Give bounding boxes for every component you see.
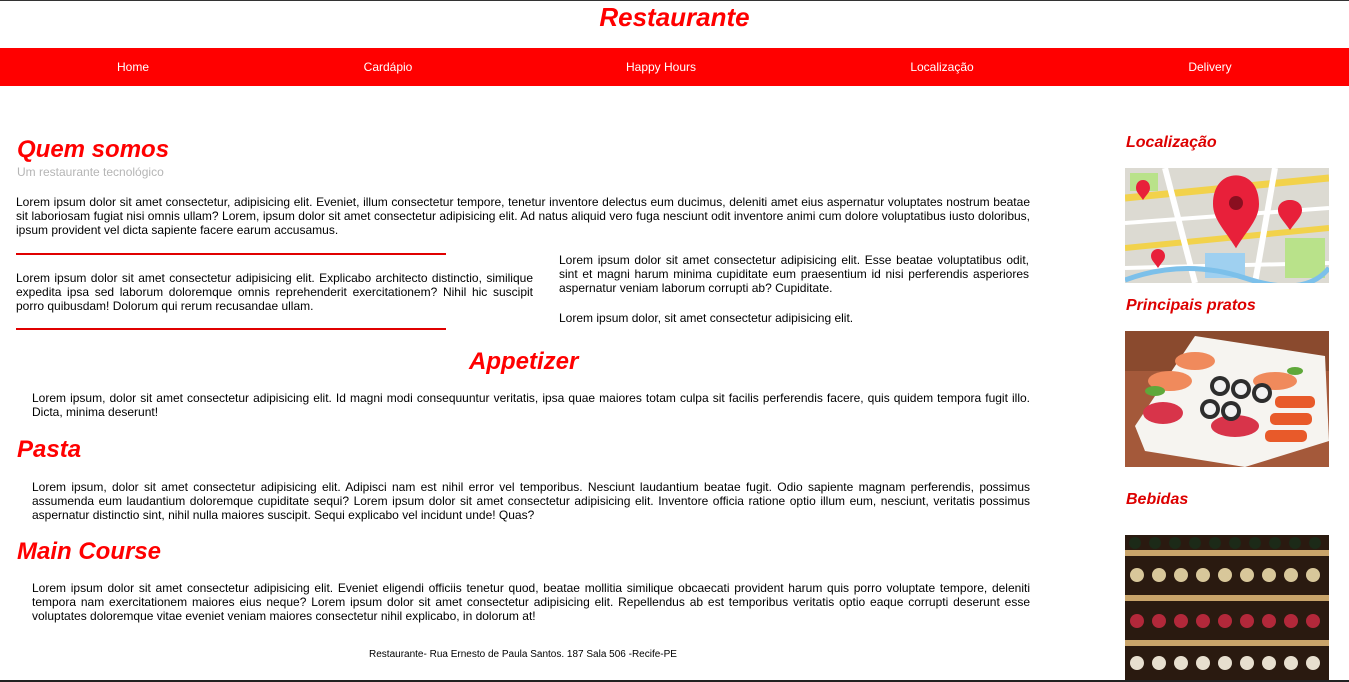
top-border	[0, 0, 1349, 1]
map-image	[1125, 168, 1329, 283]
about-left-column: Lorem ipsum dolor sit amet consectetur a…	[16, 271, 533, 313]
pasta-heading: Pasta	[17, 436, 82, 463]
nav-item-delivery[interactable]: Delivery	[1188, 48, 1231, 86]
appetizer-text: Lorem ipsum, dolor sit amet consectetur …	[32, 391, 1030, 419]
nav-item-home[interactable]: Home	[117, 48, 149, 86]
main-course-text: Lorem ipsum dolor sit amet consectetur a…	[32, 581, 1030, 623]
pasta-text: Lorem ipsum, dolor sit amet consectetur …	[32, 480, 1030, 522]
sushi-image	[1125, 331, 1329, 467]
footer-address: Restaurante- Rua Ernesto de Paula Santos…	[369, 649, 677, 660]
dishes-heading: Principais pratos	[1126, 297, 1256, 314]
drinks-heading: Bebidas	[1126, 491, 1189, 508]
about-subtitle: Um restaurante tecnológico	[17, 165, 164, 179]
about-right-column-1: Lorem ipsum dolor sit amet consectetur a…	[559, 253, 1029, 295]
main-course-heading: Main Course	[17, 538, 162, 565]
wine-rack-image	[1125, 535, 1329, 680]
divider-bottom	[16, 328, 446, 330]
site-title: Restaurante	[599, 2, 750, 32]
about-heading: Quem somos	[17, 136, 170, 163]
nav-item-localizacao[interactable]: Localização	[910, 48, 973, 86]
nav-item-cardapio[interactable]: Cardápio	[364, 48, 413, 86]
divider-top	[16, 253, 446, 255]
nav-item-happy-hours[interactable]: Happy Hours	[626, 48, 696, 86]
location-heading: Localização	[1126, 134, 1217, 151]
about-intro: Lorem ipsum dolor sit amet consectetur, …	[16, 195, 1030, 237]
about-right-column-2: Lorem ipsum dolor, sit amet consectetur …	[559, 311, 854, 325]
appetizer-heading: Appetizer	[469, 348, 579, 375]
navbar: Home Cardápio Happy Hours Localização De…	[0, 48, 1349, 86]
